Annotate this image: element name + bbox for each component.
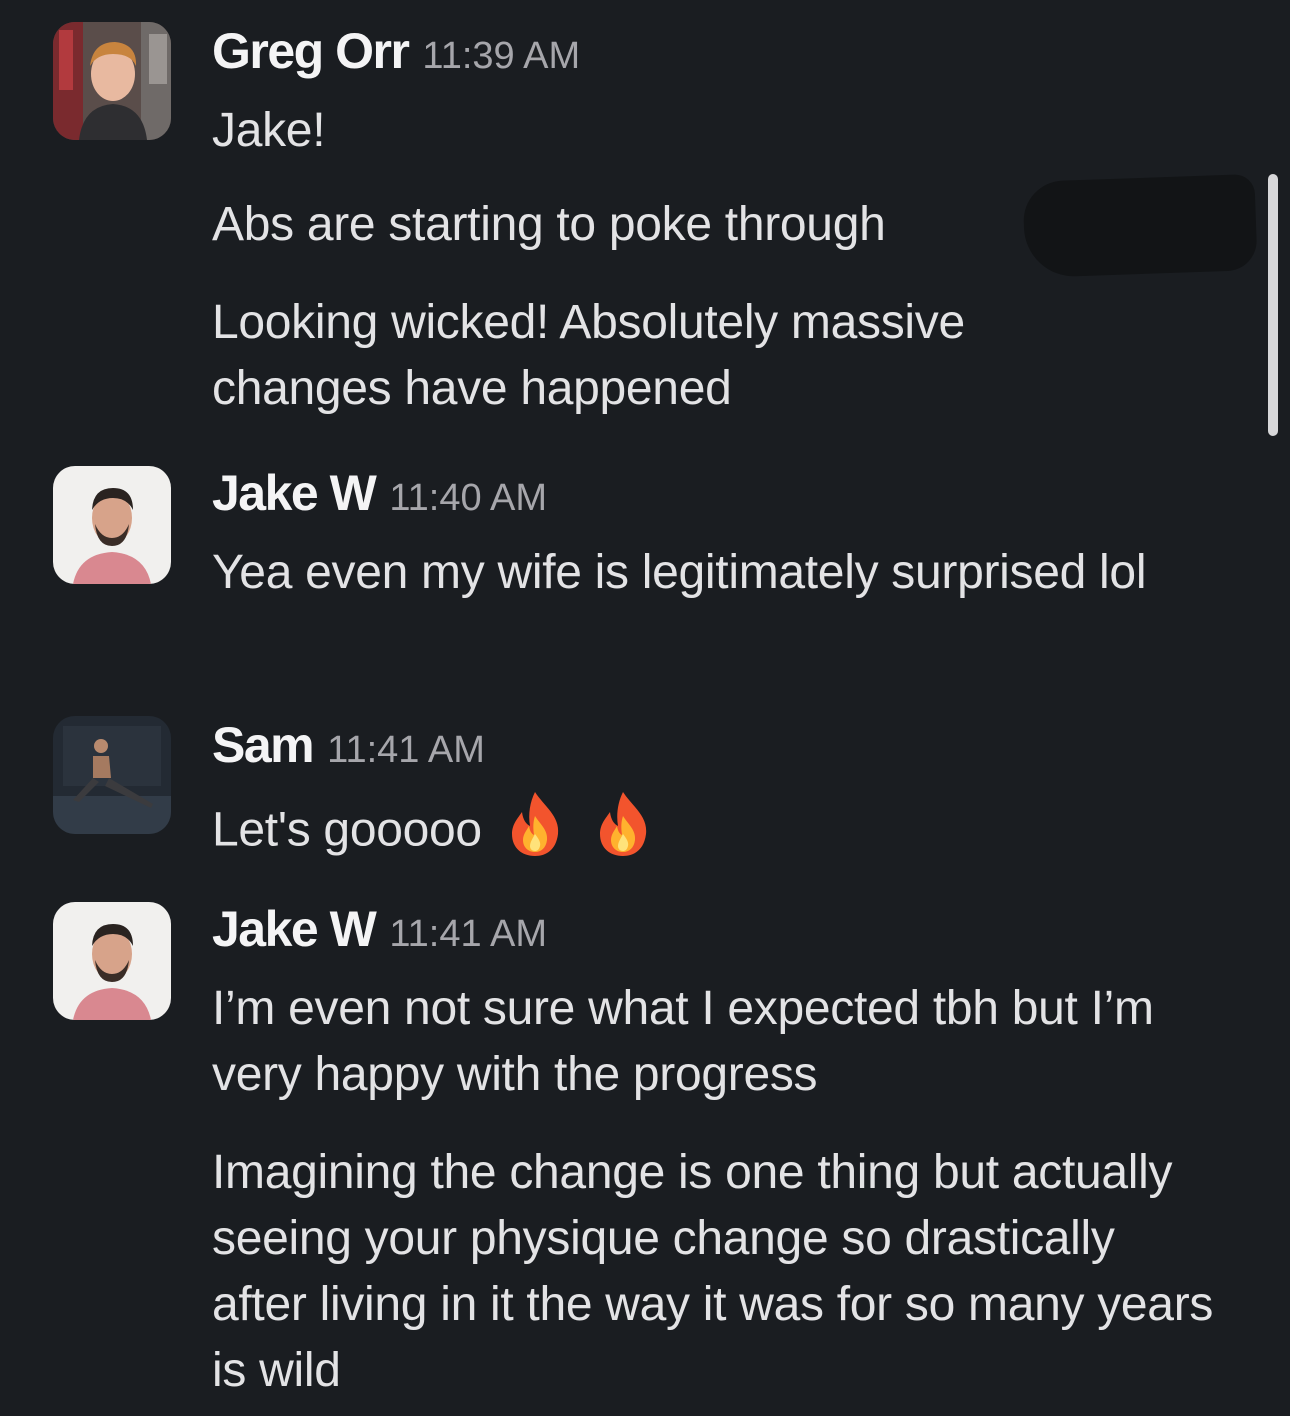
fire-emoji-icon[interactable] <box>592 790 654 876</box>
scrollbar[interactable] <box>1268 174 1278 436</box>
timestamp[interactable]: 11:40 AM <box>389 477 547 519</box>
timestamp[interactable]: 11:41 AM <box>389 913 547 955</box>
avatar[interactable] <box>53 22 171 140</box>
author-name[interactable]: Jake W <box>212 465 377 521</box>
avatar[interactable] <box>53 902 171 1020</box>
timestamp[interactable]: 11:39 AM <box>422 35 580 77</box>
message-header: Jake W 11:40 AM <box>212 464 547 522</box>
sam-avatar-image <box>53 716 171 834</box>
message-header: Sam 11:41 AM <box>212 716 485 774</box>
message-text: Imagining the change is one thing but ac… <box>212 1146 1214 1397</box>
message-header: Jake W 11:41 AM <box>212 900 547 958</box>
greg-avatar-image <box>53 22 171 140</box>
message-text-content: Let's gooooo <box>212 803 482 857</box>
message-text: Let's gooooo <box>212 790 1252 876</box>
message-header: Greg Orr 11:39 AM <box>212 22 580 80</box>
jake-avatar-image <box>53 902 171 1020</box>
author-name[interactable]: Greg Orr <box>212 23 410 79</box>
jake-avatar-image <box>53 466 171 584</box>
avatar[interactable] <box>53 716 171 834</box>
message-text: Yea even my wife is legitimately surpris… <box>212 546 1147 599</box>
message-text: Looking wicked! Absolutely massive chang… <box>212 296 965 415</box>
author-name[interactable]: Jake W <box>212 901 377 957</box>
timestamp[interactable]: 11:41 AM <box>327 729 485 771</box>
message-text: Jake! <box>212 104 326 157</box>
fire-emoji-icon[interactable] <box>504 790 566 876</box>
redaction-mark <box>1022 173 1258 279</box>
author-name[interactable]: Sam <box>212 717 315 773</box>
message-text: I’m even not sure what I expected tbh bu… <box>212 982 1154 1101</box>
avatar[interactable] <box>53 466 171 584</box>
